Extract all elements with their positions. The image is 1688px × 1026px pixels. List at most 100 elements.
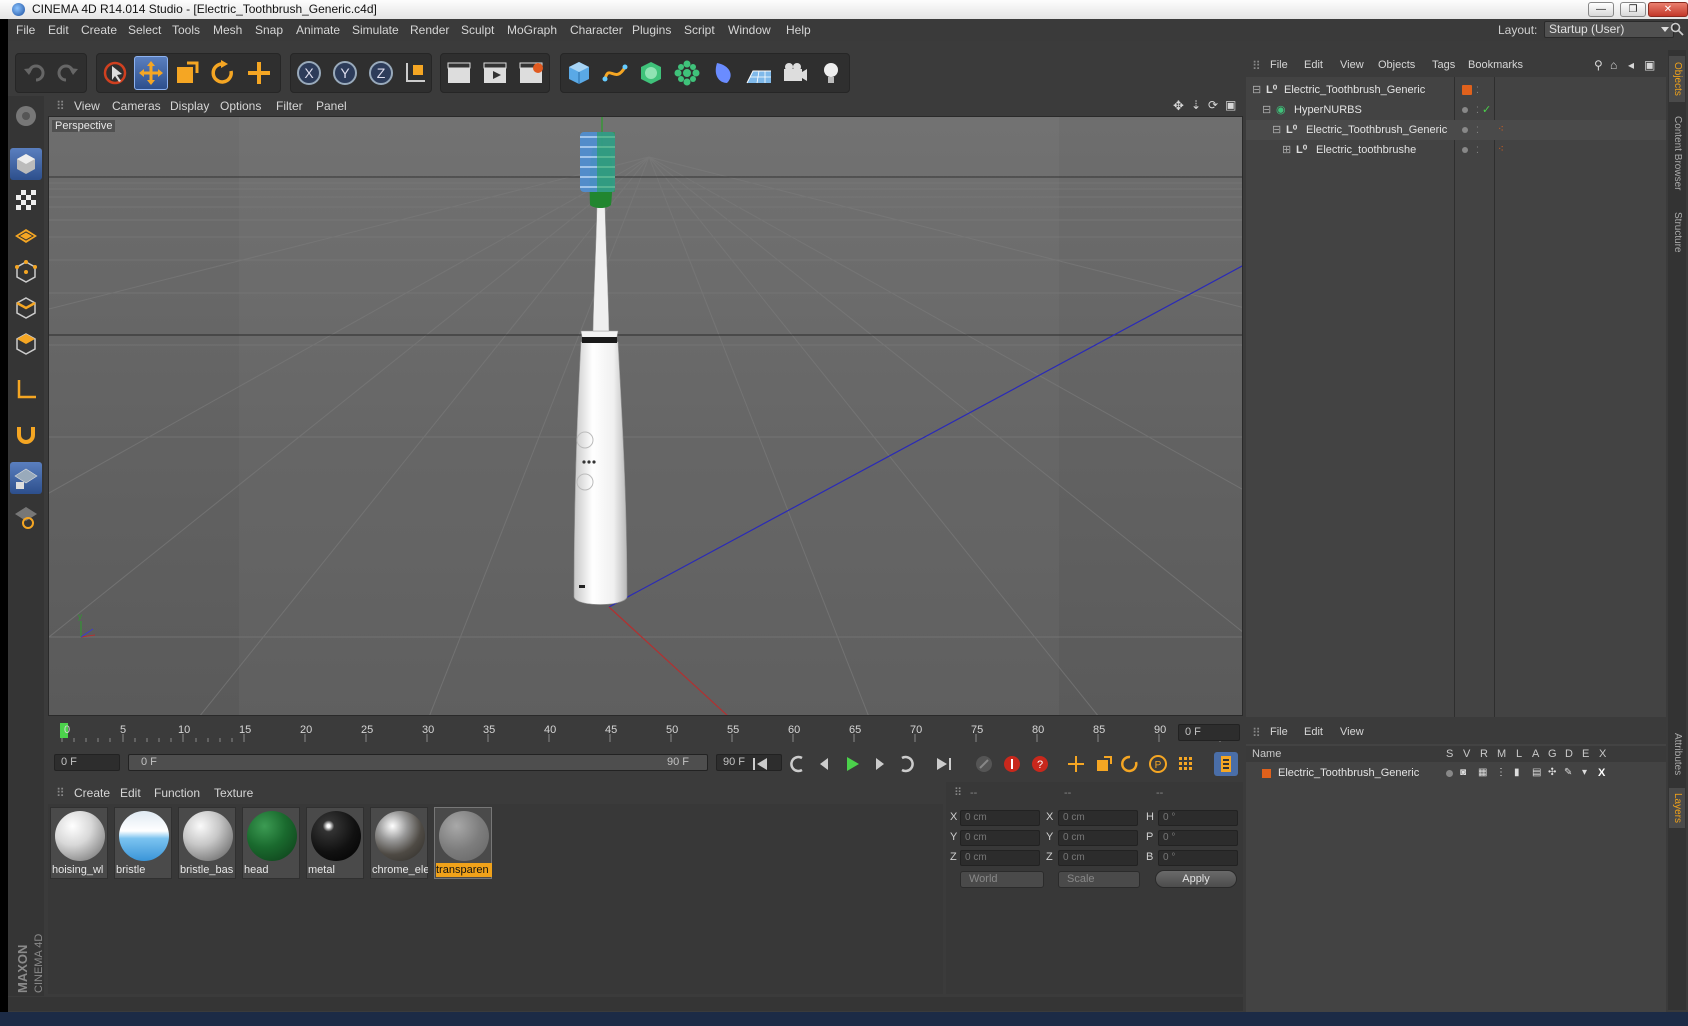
- object-row[interactable]: ⊟ L⁰ Electric_Toothbrush_Generic ⁚: [1246, 80, 1666, 100]
- x-axis-lock-icon[interactable]: X: [292, 56, 326, 90]
- move-tool-icon[interactable]: [134, 56, 168, 90]
- array-icon[interactable]: [670, 56, 704, 90]
- floor-icon[interactable]: [742, 56, 776, 90]
- workplane-rotate-icon[interactable]: [10, 500, 42, 532]
- go-to-end-icon[interactable]: [932, 752, 956, 776]
- rot-h-field[interactable]: 0 °: [1158, 810, 1238, 826]
- expression-icon[interactable]: ▾: [1582, 764, 1587, 782]
- texture-tag-icon[interactable]: ⁖: [1498, 120, 1504, 140]
- step-backward-icon[interactable]: [812, 752, 836, 776]
- layer-col-expressions[interactable]: E: [1582, 746, 1589, 762]
- deformer-icon[interactable]: [706, 56, 740, 90]
- keyframe-selection-icon[interactable]: ?: [1028, 752, 1052, 776]
- layer-col-xref[interactable]: X: [1599, 746, 1606, 762]
- object-row[interactable]: ⊞ L⁰ Electric_toothbrushe ⁚ ⁖: [1246, 140, 1666, 160]
- obj-menu-view[interactable]: View: [1340, 59, 1364, 71]
- rotate-tool-icon[interactable]: [206, 56, 240, 90]
- collapse-icon[interactable]: ⊟: [1262, 100, 1271, 120]
- size-y-field[interactable]: 0 cm: [1058, 830, 1138, 846]
- minimize-button[interactable]: —: [1588, 2, 1614, 17]
- menu-mesh[interactable]: Mesh: [213, 23, 242, 37]
- timeline-layout-icon[interactable]: [1214, 752, 1238, 776]
- menu-plugins[interactable]: Plugins: [632, 23, 671, 37]
- xref-icon[interactable]: X: [1598, 764, 1605, 782]
- view-eye-icon[interactable]: ◙: [1460, 764, 1466, 782]
- visibility-dots-icon[interactable]: ⁚: [1476, 100, 1479, 120]
- vp-menu-view[interactable]: View: [74, 99, 100, 113]
- mat-menu-function[interactable]: Function: [154, 786, 200, 800]
- obj-menu-edit[interactable]: Edit: [1304, 59, 1323, 71]
- menu-snap[interactable]: Snap: [255, 23, 283, 37]
- menu-animate[interactable]: Animate: [296, 23, 340, 37]
- tab-content-browser[interactable]: Content Browser: [1669, 108, 1685, 198]
- material-swatch[interactable]: hoising_wl: [50, 807, 108, 879]
- menu-simulate[interactable]: Simulate: [352, 23, 399, 37]
- current-frame-field[interactable]: 0 F: [1178, 724, 1240, 741]
- y-axis-lock-icon[interactable]: Y: [328, 56, 362, 90]
- solo-dot-icon[interactable]: [1446, 770, 1453, 777]
- rot-b-field[interactable]: 0 °: [1158, 850, 1238, 866]
- menu-tools[interactable]: Tools: [172, 23, 200, 37]
- render-settings-icon[interactable]: [514, 56, 548, 90]
- expand-icon[interactable]: ⊞: [1282, 140, 1291, 160]
- menu-character[interactable]: Character: [570, 23, 623, 37]
- recent-tool-icon[interactable]: [242, 56, 276, 90]
- points-mode-icon[interactable]: [10, 256, 42, 288]
- menu-mograph[interactable]: MoGraph: [507, 23, 557, 37]
- new-window-icon[interactable]: ▣: [1644, 58, 1655, 72]
- obj-menu-objects[interactable]: Objects: [1378, 59, 1415, 71]
- workplane-mode-icon[interactable]: [10, 220, 42, 252]
- dot-icon[interactable]: [1462, 107, 1468, 113]
- layer-col-view[interactable]: V: [1463, 746, 1470, 762]
- vp-menu-panel[interactable]: Panel: [316, 99, 347, 113]
- obj-menu-tags[interactable]: Tags: [1432, 59, 1455, 71]
- layer-menu-file[interactable]: File: [1270, 726, 1288, 738]
- layout-select[interactable]: Startup (User): [1544, 21, 1674, 38]
- texture-tag-icon[interactable]: ⁖: [1498, 140, 1504, 160]
- size-mode-select[interactable]: Scale: [1058, 871, 1140, 888]
- go-to-previous-key-icon[interactable]: [786, 752, 810, 776]
- record-keys-icon[interactable]: [972, 752, 996, 776]
- menu-file[interactable]: File: [16, 23, 35, 37]
- layer-menu-edit[interactable]: Edit: [1304, 726, 1323, 738]
- pos-z-field[interactable]: 0 cm: [960, 850, 1040, 866]
- redo-icon[interactable]: [50, 56, 84, 90]
- layer-menu-view[interactable]: View: [1340, 726, 1364, 738]
- material-swatch[interactable]: chrome_ele: [370, 807, 428, 879]
- vp-menu-cameras[interactable]: Cameras: [112, 99, 161, 113]
- make-editable-icon[interactable]: [10, 100, 42, 132]
- menu-edit[interactable]: Edit: [48, 23, 69, 37]
- object-row[interactable]: ⊟ ◉ HyperNURBS ⁚ ✓: [1246, 100, 1666, 120]
- axis-mode-icon[interactable]: [10, 374, 42, 406]
- coordinate-space-select[interactable]: World: [960, 871, 1044, 888]
- viewport-3d[interactable]: y Perspective: [48, 116, 1243, 716]
- layer-col-solo[interactable]: S: [1446, 746, 1453, 762]
- go-to-start-icon[interactable]: [748, 752, 772, 776]
- render-to-picture-viewer-icon[interactable]: [478, 56, 512, 90]
- pos-y-field[interactable]: 0 cm: [960, 830, 1040, 846]
- mat-menu-create[interactable]: Create: [74, 786, 110, 800]
- menu-sculpt[interactable]: Sculpt: [461, 23, 494, 37]
- menu-script[interactable]: Script: [684, 23, 715, 37]
- zoom-view-icon[interactable]: ⇣: [1191, 98, 1201, 112]
- menu-render[interactable]: Render: [410, 23, 449, 37]
- material-swatch[interactable]: metal: [306, 807, 364, 879]
- key-position-icon[interactable]: [1064, 752, 1088, 776]
- workplane-lock-icon[interactable]: [10, 462, 42, 494]
- pos-x-field[interactable]: 0 cm: [960, 810, 1040, 826]
- size-x-field[interactable]: 0 cm: [1058, 810, 1138, 826]
- object-row[interactable]: ⊟ L⁰ Electric_Toothbrush_Generic ⁚ ⁖: [1246, 120, 1666, 140]
- material-swatch-selected[interactable]: transparen: [434, 807, 492, 879]
- menu-help[interactable]: Help: [786, 23, 811, 37]
- nurbs-icon[interactable]: [634, 56, 668, 90]
- go-to-next-key-icon[interactable]: [894, 752, 918, 776]
- tab-layers[interactable]: Layers: [1669, 788, 1685, 828]
- vp-menu-display[interactable]: Display: [170, 99, 209, 113]
- layer-col-animation[interactable]: A: [1532, 746, 1539, 762]
- toggle-view-icon[interactable]: ▣: [1225, 98, 1236, 112]
- material-swatch[interactable]: bristle: [114, 807, 172, 879]
- layer-row[interactable]: Electric_Toothbrush_Generic ◙ ▦ ⋮ ▮ ▤ ✣ …: [1246, 764, 1666, 782]
- snap-magnet-icon[interactable]: [10, 418, 42, 450]
- search-icon[interactable]: [1670, 22, 1684, 36]
- undo-icon[interactable]: [18, 56, 52, 90]
